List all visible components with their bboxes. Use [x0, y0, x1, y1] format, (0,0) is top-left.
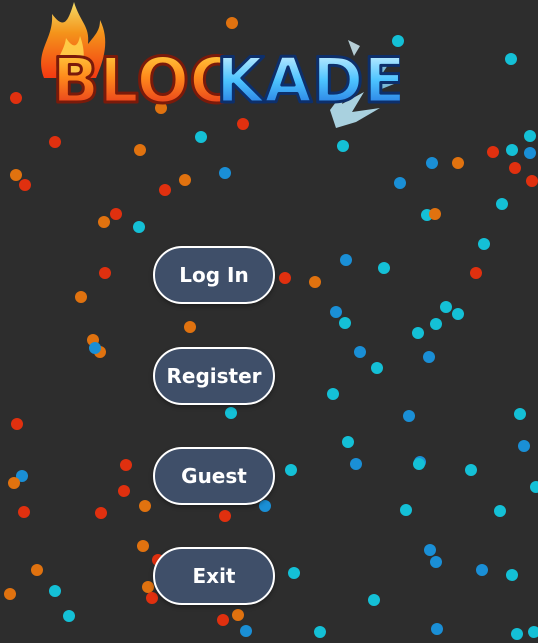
particle-dot: [354, 346, 366, 358]
particle-dot: [505, 53, 517, 65]
exit-button[interactable]: Exit: [153, 547, 275, 605]
particle-dot: [327, 388, 339, 400]
particle-dot: [528, 626, 538, 638]
particle-dot: [518, 440, 530, 452]
particle-dot: [511, 628, 523, 640]
particle-dot: [11, 418, 23, 430]
register-button[interactable]: Register: [153, 347, 275, 405]
logo-ice-text: KADE: [216, 44, 400, 117]
exit-button-label: Exit: [192, 564, 236, 588]
particle-dot: [219, 510, 231, 522]
particle-dot: [339, 317, 351, 329]
main-menu-screen: BLOC KADE Log In Register Guest Exit: [0, 0, 538, 643]
particle-dot: [49, 585, 61, 597]
particle-dot: [452, 308, 464, 320]
particle-dot: [288, 567, 300, 579]
guest-button[interactable]: Guest: [153, 447, 275, 505]
login-button[interactable]: Log In: [153, 246, 275, 304]
login-button-label: Log In: [179, 263, 249, 287]
particle-dot: [506, 144, 518, 156]
particle-dot: [19, 179, 31, 191]
particle-dot: [31, 564, 43, 576]
particle-dot: [330, 306, 342, 318]
particle-dot: [350, 458, 362, 470]
particle-dot: [63, 610, 75, 622]
particle-dot: [225, 407, 237, 419]
particle-dot: [146, 592, 158, 604]
particle-dot: [142, 581, 154, 593]
particle-dot: [259, 500, 271, 512]
particle-dot: [98, 216, 110, 228]
particle-dot: [134, 144, 146, 156]
particle-dot: [476, 564, 488, 576]
particle-dot: [368, 594, 380, 606]
particle-dot: [413, 458, 425, 470]
particle-dot: [394, 177, 406, 189]
particle-dot: [429, 208, 441, 220]
logo-fire-text: BLOC: [52, 44, 235, 117]
particle-dot: [440, 301, 452, 313]
particle-dot: [400, 504, 412, 516]
particle-dot: [506, 569, 518, 581]
particle-dot: [95, 507, 107, 519]
particle-dot: [514, 408, 526, 420]
particle-dot: [240, 625, 252, 637]
particle-dot: [279, 272, 291, 284]
guest-button-label: Guest: [181, 464, 247, 488]
particle-dot: [496, 198, 508, 210]
particle-dot: [75, 291, 87, 303]
particle-dot: [18, 506, 30, 518]
particle-dot: [337, 140, 349, 152]
particle-dot: [139, 500, 151, 512]
blockade-logo: BLOC KADE: [41, 2, 400, 128]
particle-dot: [8, 477, 20, 489]
particle-dot: [530, 481, 538, 493]
particle-dot: [494, 505, 506, 517]
particle-dot: [120, 459, 132, 471]
particle-dot: [110, 208, 122, 220]
particle-dot: [470, 267, 482, 279]
particle-dot: [412, 327, 424, 339]
particle-dot: [179, 174, 191, 186]
particle-dot: [10, 169, 22, 181]
particle-dot: [431, 623, 443, 635]
particle-dot: [487, 146, 499, 158]
particle-dot: [465, 464, 477, 476]
particle-dot: [478, 238, 490, 250]
particle-dot: [452, 157, 464, 169]
particle-dot: [342, 436, 354, 448]
register-button-label: Register: [166, 364, 262, 388]
particle-dot: [378, 262, 390, 274]
particle-dot: [430, 318, 442, 330]
particle-dot: [524, 130, 536, 142]
particle-dot: [137, 540, 149, 552]
particle-dot: [371, 362, 383, 374]
particle-dot: [430, 556, 442, 568]
particle-dot: [403, 410, 415, 422]
particle-dot: [509, 162, 521, 174]
particle-dot: [423, 351, 435, 363]
particle-dot: [133, 221, 145, 233]
particle-dot: [99, 267, 111, 279]
particle-dot: [217, 614, 229, 626]
particle-dot: [159, 184, 171, 196]
particle-dot: [285, 464, 297, 476]
particle-dot: [309, 276, 321, 288]
particle-dot: [426, 157, 438, 169]
particle-dot: [424, 544, 436, 556]
particle-dot: [184, 321, 196, 333]
particle-dot: [89, 342, 101, 354]
particle-dot: [526, 175, 538, 187]
particle-dot: [314, 626, 326, 638]
particle-dot: [340, 254, 352, 266]
particle-dot: [118, 485, 130, 497]
particle-dot: [10, 92, 22, 104]
particle-dot: [219, 167, 231, 179]
particle-dot: [524, 147, 536, 159]
particle-dot: [4, 588, 16, 600]
particle-dot: [232, 609, 244, 621]
